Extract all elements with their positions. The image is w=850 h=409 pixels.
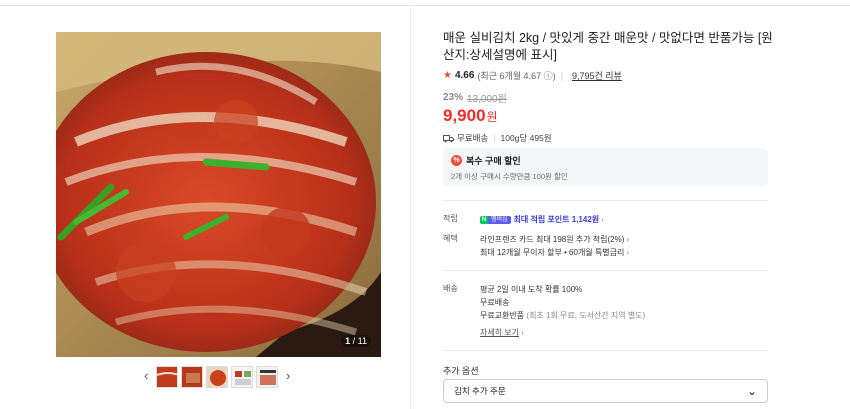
thumbnail-3[interactable] xyxy=(206,366,228,388)
thumbnail-strip xyxy=(140,366,278,388)
price-currency: 원 xyxy=(486,110,498,124)
discount-percent: 23% xyxy=(443,92,464,103)
shipping-text: 무료배송 xyxy=(457,133,489,143)
additional-options-label: 추가 옵션 xyxy=(443,366,479,376)
rating-score: 4.66 xyxy=(454,70,475,81)
rating-separator: | xyxy=(560,70,563,81)
delivery-more-link[interactable]: 자세히 보기 › xyxy=(480,326,770,339)
star-icon: ★ xyxy=(443,70,452,81)
product-info: 매운 실비김치 2kg / 맛있게 중간 매운맛 / 맛없다면 반품가능 [원산… xyxy=(443,30,773,144)
rating-row: ★ 4.66 (최근 6개월 4.67 ⓘ) | 9,795건 리뷰 xyxy=(443,69,773,82)
multi-buy-discount-box: % 복수 구매 할인 2개 이상 구매시 수량만큼 100원 할인 xyxy=(443,148,768,186)
section-divider xyxy=(443,270,768,271)
points-link[interactable]: N 멤버십 최대 적립 포인트 1,142원 › xyxy=(480,213,770,226)
installment-benefit-link[interactable]: 최대 12개월 무이자 할부 • 60개월 특별금리 › xyxy=(480,246,770,259)
price-number: 9,900 xyxy=(443,106,486,125)
product-title: 매운 실비김치 2kg / 맛있게 중간 매운맛 / 맛없다면 반품가능 [원산… xyxy=(443,31,773,62)
max-points-text: 최대 적립 포인트 1,142원 xyxy=(513,215,600,224)
top-divider xyxy=(0,5,850,6)
delivery-label: 배송 xyxy=(443,284,458,293)
column-divider xyxy=(410,5,411,409)
unit-price: 100g당 495원 xyxy=(500,133,552,143)
shipping-separator: | xyxy=(493,133,496,143)
thumbnail-2[interactable] xyxy=(181,366,203,388)
promo-title: 복수 구매 할인 xyxy=(466,156,521,166)
sale-price: 9,900 원 xyxy=(443,106,773,126)
review-count-link[interactable]: 9,795건 리뷰 xyxy=(572,69,622,82)
original-price: 13,000원 xyxy=(467,94,507,105)
benefits-label: 혜택 xyxy=(443,234,458,243)
naver-plus-badge: N 멤버십 xyxy=(480,215,511,224)
thumbnail-next-arrow[interactable]: › xyxy=(286,369,290,383)
chevron-right-icon: › xyxy=(601,215,604,224)
delivery-free: 무료배송 xyxy=(480,298,510,307)
kimchi-photo xyxy=(56,32,381,357)
image-counter: 1 / 11 xyxy=(341,335,371,347)
chevron-right-icon: › xyxy=(626,235,630,244)
shipping-row: 무료배송 | 100g당 495원 xyxy=(443,132,773,144)
truck-icon xyxy=(443,134,454,142)
chevron-right-icon: › xyxy=(521,328,524,337)
delivery-eta: 평균 2일 이내 도착 확률 100% xyxy=(480,285,583,294)
thumbnail-5[interactable] xyxy=(256,366,278,388)
card-benefit-link[interactable]: 라인프렌즈 카드 최대 198원 추가 적립(2%) › xyxy=(480,233,770,246)
main-product-image[interactable]: 1 / 11 xyxy=(56,32,381,357)
rating-recent: (최근 6개월 4.67 ⓘ) xyxy=(477,71,556,81)
section-divider xyxy=(443,200,768,201)
promo-description: 2개 이상 구매시 수량만큼 100원 할인 xyxy=(451,172,568,181)
selected-option: 김치 추가 주문 xyxy=(454,386,506,396)
thumbnail-4[interactable] xyxy=(231,366,253,388)
additional-options-select[interactable]: 김치 추가 주문 ⌄ xyxy=(443,379,768,403)
discount-badge-icon: % xyxy=(451,155,462,166)
chevron-right-icon: › xyxy=(626,248,630,257)
delivery-return: 무료교환반품 (최초 1회 무료, 도서산간 지역 별도) xyxy=(480,311,646,320)
thumbnail-1[interactable] xyxy=(156,366,178,388)
info-icon[interactable]: ⓘ xyxy=(544,71,553,81)
chevron-down-icon: ⌄ xyxy=(746,384,757,398)
discount-row: 23% 13,000원 xyxy=(443,90,773,105)
section-divider xyxy=(443,350,768,351)
points-label: 적립 xyxy=(443,214,458,223)
